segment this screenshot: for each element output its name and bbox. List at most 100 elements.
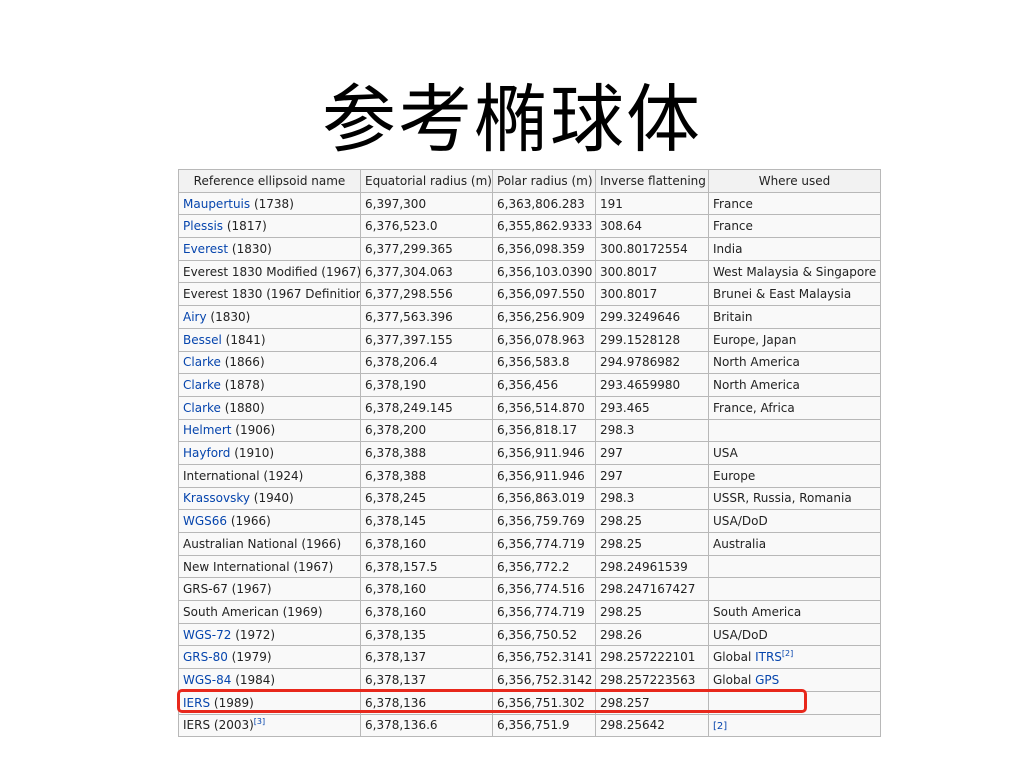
ellipsoid-link[interactable]: WGS66 — [183, 514, 227, 528]
cell-where-used: USA/DoD — [708, 622, 881, 647]
where-used-link[interactable]: ITRS — [755, 650, 782, 664]
where-used-text: France — [713, 219, 753, 234]
header-equatorial-radius[interactable]: Equatorial radius (m) — [360, 169, 493, 193]
ellipsoid-link[interactable]: Clarke — [183, 355, 221, 369]
header-where-used[interactable]: Where used — [708, 169, 881, 193]
cell-where-used: Britain — [708, 305, 881, 329]
header-polar-radius[interactable]: Polar radius (m) — [492, 169, 596, 193]
cell-ellipsoid-name: International (1924) — [178, 463, 361, 488]
table-row: Maupertuis (1738) 6,397,300 6,363,806.283 1… — [178, 191, 881, 216]
table-row: Clarke (1866) 6,378,206.4 6,356,583.8 294.9… — [178, 350, 881, 375]
where-used-text: Britain — [713, 309, 753, 324]
where-used-text: Brunei & East Malaysia — [713, 287, 852, 302]
cell-equatorial-radius: 6,378,245 — [360, 486, 493, 511]
ellipsoid-link[interactable]: GRS-80 — [183, 650, 228, 664]
cell-equatorial-radius: 6,377,304.063 — [360, 259, 493, 284]
cell-ellipsoid-name: Clarke (1878) — [178, 373, 361, 397]
cell-polar-radius: 6,356,751.302 — [492, 690, 596, 715]
table-row: IERS (2003)[3] 6,378,136.6 6,356,751.9 298.… — [178, 713, 881, 738]
where-used-text: Global — [713, 650, 756, 665]
cell-equatorial-radius: 6,378,160 — [360, 600, 493, 624]
table-row: GRS-67 (1967) 6,378,160 6,356,774.516 298.2… — [178, 577, 881, 602]
ellipsoid-link[interactable]: Plessis — [183, 219, 223, 233]
cell-ellipsoid-name: WGS66 (1966) — [178, 509, 361, 533]
ellipsoid-link[interactable]: Clarke — [183, 378, 221, 392]
table-row: WGS-72 (1972) 6,378,135 6,356,750.52 298.26… — [178, 622, 881, 647]
cell-where-used: Europe — [708, 463, 881, 488]
citation-link[interactable]: [2] — [713, 721, 727, 732]
cell-where-used: USSR, Russia, Romania — [708, 486, 881, 511]
table-row: Helmert (1906) 6,378,200 6,356,818.17 298.3 — [178, 418, 881, 443]
ellipsoid-link[interactable]: Helmert — [183, 423, 231, 437]
cell-ellipsoid-name: Australian National (1966) — [178, 532, 361, 556]
where-used-link[interactable]: GPS — [755, 673, 779, 687]
cell-inverse-flattening: 298.25642 — [595, 713, 709, 738]
cell-equatorial-radius: 6,378,249.145 — [360, 395, 493, 420]
ellipsoid-name-text: New International — [183, 559, 290, 574]
cell-ellipsoid-name: Maupertuis (1738) — [178, 191, 361, 216]
cell-equatorial-radius: 6,376,523.0 — [360, 214, 493, 239]
cell-polar-radius: 6,356,752.3141 — [492, 645, 596, 670]
ellipsoid-name-text: GRS-67 — [183, 582, 228, 597]
cell-polar-radius: 6,356,752.3142 — [492, 668, 596, 692]
cell-ellipsoid-name: Everest 1830 Modified (1967) — [178, 259, 361, 284]
ellipsoid-link[interactable]: Maupertuis — [183, 197, 250, 211]
ellipsoid-year: (1910) — [230, 446, 275, 461]
cell-where-used — [708, 690, 881, 715]
where-used-text: France — [713, 196, 753, 211]
cell-inverse-flattening: 298.257223563 — [595, 668, 709, 692]
ellipsoid-link[interactable]: Clarke — [183, 401, 221, 415]
cell-equatorial-radius: 6,378,206.4 — [360, 350, 493, 375]
citation-link[interactable]: [3] — [254, 717, 265, 726]
ellipsoid-link[interactable]: WGS-72 — [183, 628, 231, 642]
where-used-text: North America — [713, 378, 800, 393]
ellipsoid-link[interactable]: IERS — [183, 696, 210, 710]
cell-where-used: North America — [708, 373, 881, 397]
ellipsoid-year: (1878) — [220, 378, 265, 393]
cell-ellipsoid-name: Hayford (1910) — [178, 441, 361, 465]
ellipsoid-year: (1984) — [231, 672, 276, 687]
cell-ellipsoid-name: Plessis (1817) — [178, 214, 361, 239]
cell-polar-radius: 6,356,097.550 — [492, 282, 596, 307]
ellipsoid-year: (1924) — [259, 468, 304, 483]
ellipsoid-link[interactable]: Hayford — [183, 446, 230, 460]
cell-polar-radius: 6,356,774.516 — [492, 577, 596, 602]
cell-inverse-flattening: 300.8017 — [595, 259, 709, 284]
ellipsoid-link[interactable]: Everest — [183, 242, 228, 256]
ellipsoid-link[interactable]: Krassovsky — [183, 491, 250, 505]
cell-ellipsoid-name: GRS-67 (1967) — [178, 577, 361, 602]
cell-ellipsoid-name: South American (1969) — [178, 600, 361, 624]
cell-inverse-flattening: 298.25 — [595, 509, 709, 533]
ellipsoid-year: (1866) — [220, 355, 265, 370]
ellipsoid-name-text: Australian National — [183, 536, 298, 551]
ellipsoid-year: (1966) — [227, 514, 271, 529]
cell-where-used — [708, 418, 881, 443]
cell-polar-radius: 6,356,098.359 — [492, 237, 596, 261]
cell-ellipsoid-name: Clarke (1880) — [178, 395, 361, 420]
ellipsoid-name-text: International — [183, 468, 260, 483]
cell-equatorial-radius: 6,378,388 — [360, 463, 493, 488]
cell-ellipsoid-name: WGS-72 (1972) — [178, 622, 361, 647]
cell-polar-radius: 6,363,806.283 — [492, 191, 596, 216]
ellipsoid-link[interactable]: Airy — [183, 310, 207, 324]
where-used-text: USA/DoD — [713, 514, 768, 529]
header-name[interactable]: Reference ellipsoid name — [178, 169, 361, 193]
cell-where-used: North America — [708, 350, 881, 375]
cell-inverse-flattening: 293.4659980 — [595, 373, 709, 397]
citation-link[interactable]: [2] — [782, 649, 793, 658]
cell-where-used: Brunei & East Malaysia — [708, 282, 881, 307]
ellipsoid-link[interactable]: WGS-84 — [183, 673, 231, 687]
where-used-text: USA/DoD — [713, 627, 768, 642]
cell-ellipsoid-name: Everest 1830 (1967 Definition) — [178, 282, 361, 307]
ellipsoid-year: (1738) — [250, 196, 294, 211]
cell-ellipsoid-name: Clarke (1866) — [178, 350, 361, 375]
table-body: Maupertuis (1738) 6,397,300 6,363,806.283 1… — [178, 191, 881, 738]
header-inverse-flattening[interactable]: Inverse flattening — [595, 169, 709, 193]
table-row: IERS (1989) 6,378,136 6,356,751.302 298.257 — [178, 690, 881, 715]
cell-equatorial-radius: 6,378,160 — [360, 532, 493, 556]
table-row: New International (1967) 6,378,157.5 6,356… — [178, 554, 881, 579]
cell-where-used: France — [708, 191, 881, 216]
table-row: WGS-84 (1984) 6,378,137 6,356,752.3142 298.… — [178, 668, 881, 692]
ellipsoid-link[interactable]: Bessel — [183, 333, 222, 347]
table-row: Krassovsky (1940) 6,378,245 6,356,863.019 2… — [178, 486, 881, 511]
